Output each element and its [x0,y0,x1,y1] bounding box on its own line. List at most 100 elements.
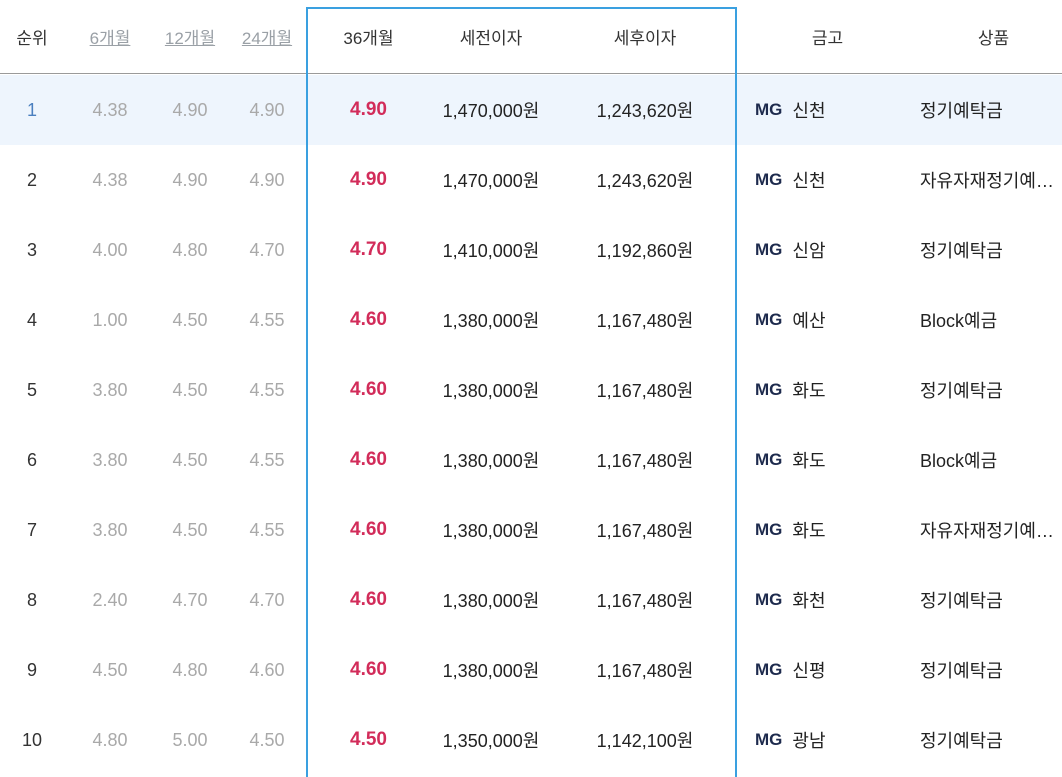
rate-36-months: 4.90 [350,169,387,190]
rate-36-months: 4.90 [350,99,387,120]
bank-cell[interactable]: MG 신천 [755,75,895,145]
table-row[interactable]: 6 3.80 4.50 4.55 4.60 1,380,000원 1,167,480원 MG 화… [0,425,1062,495]
mg-logo: MG [755,590,783,609]
pre-tax-interest: 1,350,000원 [442,731,540,751]
post-tax-interest: 1,167,480원 [596,521,694,541]
bank-cell[interactable]: MG 화도 [755,355,895,425]
bank-name: 신평 [792,661,826,681]
rate-24-months: 4.55 [249,379,285,400]
bank-name: 화천 [792,591,826,611]
deposit-rate-table: 순위 6개월 12개월 24개월 36개월 세전이자 세후이자 금고 상품 1 4… [0,0,1062,777]
rate-36-months: 4.60 [350,309,387,330]
table-row[interactable]: 5 3.80 4.50 4.55 4.60 1,380,000원 1,167,480원 MG 화… [0,355,1062,425]
rank-cell: 9 [26,659,37,680]
rank-cell: 5 [26,379,37,400]
rate-36-months: 4.60 [350,519,387,540]
bank-name: 화도 [792,521,826,541]
bank-cell[interactable]: MG 신천 [755,145,895,215]
rate-12-months: 4.50 [172,519,208,540]
bank-name: 광남 [792,731,826,751]
rate-36-months: 4.70 [350,239,387,260]
pre-tax-interest: 1,380,000원 [442,661,540,681]
product-name[interactable]: 정기예탁금 [920,705,1062,775]
rate-12-months: 4.70 [172,589,208,610]
table-row[interactable]: 8 2.40 4.70 4.70 4.60 1,380,000원 1,167,480원 MG 화… [0,565,1062,635]
table-row[interactable]: 2 4.38 4.90 4.90 4.90 1,470,000원 1,243,620원 MG 신… [0,145,1062,215]
header-post-tax-interest: 세후이자 [613,29,677,48]
table-row[interactable]: 10 4.80 5.00 4.50 4.50 1,350,000원 1,142,100원 MG… [0,705,1062,775]
bank-cell[interactable]: MG 신평 [755,635,895,705]
bank-cell[interactable]: MG 신암 [755,215,895,285]
rank-cell: 8 [26,589,37,610]
table-row[interactable]: 1 4.38 4.90 4.90 4.90 1,470,000원 1,243,620원 MG 신… [0,75,1062,145]
product-name[interactable]: 정기예탁금 [920,635,1062,705]
table-row[interactable]: 9 4.50 4.80 4.60 4.60 1,380,000원 1,167,480원 MG 신… [0,635,1062,705]
mg-logo: MG [755,730,783,749]
table-header: 순위 6개월 12개월 24개월 36개월 세전이자 세후이자 금고 상품 [0,0,1062,74]
bank-name: 신천 [792,171,826,191]
product-name[interactable]: 자유자재정기예… [920,495,1062,565]
rate-24-months: 4.60 [249,659,285,680]
mg-logo: MG [755,100,783,119]
header-6-months[interactable]: 6개월 [75,0,145,73]
product-name[interactable]: 정기예탁금 [920,215,1062,285]
rate-24-months: 4.90 [249,169,285,190]
rate-12-months: 4.50 [172,379,208,400]
post-tax-interest: 1,167,480원 [596,451,694,471]
rate-6-months: 4.80 [92,729,128,750]
bank-cell[interactable]: MG 예산 [755,285,895,355]
header-12-months[interactable]: 12개월 [155,0,225,73]
post-tax-interest: 1,167,480원 [596,381,694,401]
bank-name: 예산 [792,311,826,331]
rate-6-months: 3.80 [92,449,128,470]
table-row[interactable]: 3 4.00 4.80 4.70 4.70 1,410,000원 1,192,860원 MG 신… [0,215,1062,285]
bank-cell[interactable]: MG 화천 [755,565,895,635]
product-name[interactable]: 자유자재정기예… [920,145,1062,215]
rate-36-months: 4.60 [350,449,387,470]
rate-36-months: 4.60 [350,589,387,610]
pre-tax-interest: 1,380,000원 [442,311,540,331]
bank-cell[interactable]: MG 화도 [755,495,895,565]
rate-12-months: 4.90 [172,169,208,190]
pre-tax-interest: 1,380,000원 [442,591,540,611]
pre-tax-interest: 1,470,000원 [442,171,540,191]
post-tax-interest: 1,192,860원 [596,241,694,261]
pre-tax-interest: 1,470,000원 [442,101,540,121]
pre-tax-interest: 1,410,000원 [442,241,540,261]
post-tax-interest: 1,167,480원 [596,661,694,681]
product-name[interactable]: Block예금 [920,425,1062,495]
bank-cell[interactable]: MG 화도 [755,425,895,495]
rate-12-months: 4.50 [172,309,208,330]
header-pre-tax-interest: 세전이자 [459,29,523,48]
rate-24-months: 4.55 [249,309,285,330]
product-name[interactable]: 정기예탁금 [920,355,1062,425]
post-tax-interest: 1,243,620원 [596,101,694,121]
rate-12-months: 5.00 [172,729,208,750]
bank-name: 화도 [792,451,826,471]
header-product: 상품 [977,29,1010,48]
rate-12-months: 4.80 [172,239,208,260]
product-name[interactable]: 정기예탁금 [920,565,1062,635]
post-tax-interest: 1,243,620원 [596,171,694,191]
table-row[interactable]: 7 3.80 4.50 4.55 4.60 1,380,000원 1,167,480원 MG 화… [0,495,1062,565]
table-row[interactable]: 4 1.00 4.50 4.55 4.60 1,380,000원 1,167,480원 MG 예… [0,285,1062,355]
rank-cell: 4 [26,309,37,330]
bank-cell[interactable]: MG 광남 [755,705,895,775]
rate-24-months: 4.90 [249,99,285,120]
pre-tax-interest: 1,380,000원 [442,521,540,541]
rate-12-months: 4.90 [172,99,208,120]
rate-6-months: 2.40 [92,589,128,610]
rank-cell: 1 [26,99,37,120]
mg-logo: MG [755,170,783,189]
rate-24-months: 4.55 [249,519,285,540]
rank-cell: 6 [26,449,37,470]
product-name[interactable]: 정기예탁금 [920,75,1062,145]
header-36-months: 36개월 [343,29,394,48]
product-name[interactable]: Block예금 [920,285,1062,355]
rate-6-months: 4.50 [92,659,128,680]
post-tax-interest: 1,167,480원 [596,591,694,611]
header-24-months[interactable]: 24개월 [232,0,302,73]
rank-cell: 7 [26,519,37,540]
rate-6-months: 1.00 [92,309,128,330]
rate-24-months: 4.50 [249,729,285,750]
